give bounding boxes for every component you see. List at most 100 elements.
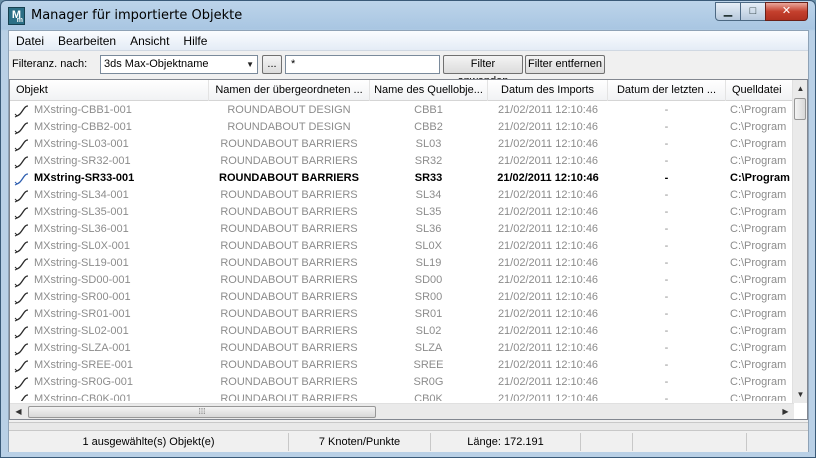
table-row[interactable]: MXstring-SL03-001 ROUNDABOUT BARRIERS SL03… bbox=[10, 136, 794, 153]
cell-import-date: 21/02/2011 12:10:46 bbox=[497, 155, 599, 167]
cell-source-name: CBB2 bbox=[414, 121, 443, 133]
cell-import-date: 21/02/2011 12:10:46 bbox=[497, 274, 599, 286]
table-row[interactable]: MXstring-SR32-001 ROUNDABOUT BARRIERS SR32… bbox=[10, 153, 794, 170]
spline-icon bbox=[14, 173, 29, 186]
column-header-objekt[interactable]: Objekt bbox=[10, 80, 209, 101]
cell-parent: ROUNDABOUT BARRIERS bbox=[220, 257, 358, 269]
remove-filter-button[interactable]: Filter entfernen bbox=[525, 55, 605, 74]
spline-icon bbox=[14, 377, 29, 390]
cell-object: MXstring-SR01-001 bbox=[34, 308, 131, 320]
cell-object: MXstring-CBB2-001 bbox=[34, 121, 132, 133]
cell-source-name: CBB1 bbox=[414, 104, 443, 116]
cell-import-date: 21/02/2011 12:10:46 bbox=[497, 291, 599, 303]
vertical-scroll-thumb[interactable] bbox=[794, 98, 806, 120]
cell-last-date: - bbox=[664, 121, 669, 133]
ellipsis-button[interactable]: ... bbox=[262, 55, 282, 74]
spline-icon bbox=[14, 343, 29, 356]
table-row[interactable]: MXstring-SREE-001 ROUNDABOUT BARRIERS SREE… bbox=[10, 357, 794, 374]
table-row[interactable]: MXstring-SR33-001 ROUNDABOUT BARRIERS SR33… bbox=[10, 170, 794, 187]
status-node-count: 7 Knoten/Punkte bbox=[289, 433, 431, 451]
table-row[interactable]: MXstring-SL34-001 ROUNDABOUT BARRIERS SL34… bbox=[10, 187, 794, 204]
cell-source-file: C:\Program bbox=[730, 104, 787, 116]
table-row[interactable]: MXstring-CB0K-001 ROUNDABOUT BARRIERS CB0K… bbox=[10, 391, 794, 401]
minimize-button[interactable]: ▁ bbox=[715, 2, 741, 21]
cell-last-date: - bbox=[664, 274, 669, 286]
menu-datei[interactable]: Datei bbox=[9, 31, 51, 50]
chevron-down-icon[interactable]: ▼ bbox=[246, 56, 254, 73]
cell-parent: ROUNDABOUT BARRIERS bbox=[220, 359, 358, 371]
vertical-scrollbar[interactable]: ▲ ▼ bbox=[792, 80, 807, 403]
cell-source-name: SL03 bbox=[415, 138, 442, 150]
cell-source-file: C:\Program bbox=[730, 291, 787, 303]
spline-icon bbox=[14, 326, 29, 339]
scroll-up-icon[interactable]: ▲ bbox=[793, 81, 807, 96]
filter-text-input[interactable]: * bbox=[285, 55, 440, 74]
cell-parent: ROUNDABOUT DESIGN bbox=[227, 104, 351, 116]
horizontal-scrollbar[interactable]: ◀ ⁞⁞⁞ ▶ bbox=[10, 403, 794, 419]
table-row[interactable]: MXstring-SL0X-001 ROUNDABOUT BARRIERS SL0X… bbox=[10, 238, 794, 255]
filter-field-select[interactable]: 3ds Max-Objektname ▼ bbox=[100, 55, 258, 74]
maximize-button[interactable]: □ bbox=[740, 2, 766, 21]
cell-object: MXstring-CB0K-001 bbox=[34, 393, 132, 401]
table-body: MXstring-CBB1-001 ROUNDABOUT DESIGN CBB1 21… bbox=[10, 102, 794, 401]
scroll-left-icon[interactable]: ◀ bbox=[11, 404, 26, 419]
apply-filter-button[interactable]: Filter anwenden bbox=[443, 55, 523, 87]
cell-last-date: - bbox=[664, 223, 669, 235]
cell-source-name: SL36 bbox=[415, 223, 442, 235]
cell-object: MXstring-SL0X-001 bbox=[34, 240, 130, 252]
table-row[interactable]: MXstring-CBB1-001 ROUNDABOUT DESIGN CBB1 21… bbox=[10, 102, 794, 119]
column-header-parent[interactable]: Namen der übergeordneten ... bbox=[209, 80, 370, 101]
cell-object: MXstring-SL36-001 bbox=[34, 223, 129, 235]
cell-object: MXstring-SR00-001 bbox=[34, 291, 131, 303]
horizontal-scroll-thumb[interactable]: ⁞⁞⁞ bbox=[28, 406, 376, 418]
spline-icon bbox=[14, 292, 29, 305]
cell-object: MXstring-SREE-001 bbox=[34, 359, 134, 371]
cell-last-date: - bbox=[664, 393, 669, 401]
cell-source-name: SL19 bbox=[415, 257, 442, 269]
table-row[interactable]: MXstring-SD00-001 ROUNDABOUT BARRIERS SD00… bbox=[10, 272, 794, 289]
column-header-last-date[interactable]: Datum der letzten ... bbox=[608, 80, 726, 101]
menu-bearbeiten[interactable]: Bearbeiten bbox=[51, 31, 123, 50]
column-header-import-date[interactable]: Datum des Imports bbox=[488, 80, 608, 101]
table-header: Objekt Namen der übergeordneten ... Name… bbox=[10, 80, 794, 101]
table-row[interactable]: MXstring-SR01-001 ROUNDABOUT BARRIERS SR01… bbox=[10, 306, 794, 323]
maximize-icon: □ bbox=[749, 5, 757, 17]
column-header-source-file[interactable]: Quelldatei bbox=[726, 80, 794, 101]
close-button[interactable]: ✕ bbox=[765, 2, 808, 21]
table-row[interactable]: MXstring-SR0G-001 ROUNDABOUT BARRIERS SR0G… bbox=[10, 374, 794, 391]
cell-import-date: 21/02/2011 12:10:46 bbox=[497, 172, 599, 184]
cell-source-file: C:\Program bbox=[730, 138, 787, 150]
scroll-right-icon[interactable]: ▶ bbox=[778, 404, 793, 419]
table-row[interactable]: MXstring-SR00-001 ROUNDABOUT BARRIERS SR00… bbox=[10, 289, 794, 306]
cell-source-file: C:\Program bbox=[730, 393, 787, 401]
table-row[interactable]: MXstring-SLZA-001 ROUNDABOUT BARRIERS SLZA… bbox=[10, 340, 794, 357]
cell-import-date: 21/02/2011 12:10:46 bbox=[497, 240, 599, 252]
scroll-down-icon[interactable]: ▼ bbox=[793, 387, 807, 402]
menu-hilfe[interactable]: Hilfe bbox=[176, 31, 214, 50]
objects-table: Objekt Namen der übergeordneten ... Name… bbox=[9, 79, 808, 420]
cell-import-date: 21/02/2011 12:10:46 bbox=[497, 325, 599, 337]
table-row[interactable]: MXstring-SL36-001 ROUNDABOUT BARRIERS SL36… bbox=[10, 221, 794, 238]
table-row[interactable]: MXstring-CBB2-001 ROUNDABOUT DESIGN CBB2 21… bbox=[10, 119, 794, 136]
table-row[interactable]: MXstring-SL02-001 ROUNDABOUT BARRIERS SL02… bbox=[10, 323, 794, 340]
cell-parent: ROUNDABOUT BARRIERS bbox=[220, 189, 358, 201]
cell-parent: ROUNDABOUT BARRIERS bbox=[220, 393, 358, 401]
cell-source-name: SREE bbox=[413, 359, 444, 371]
cell-object: MXstring-SL02-001 bbox=[34, 325, 129, 337]
cell-source-file: C:\Program bbox=[730, 376, 787, 388]
cell-import-date: 21/02/2011 12:10:46 bbox=[497, 308, 599, 320]
table-row[interactable]: MXstring-SL19-001 ROUNDABOUT BARRIERS SL19… bbox=[10, 255, 794, 272]
menu-ansicht[interactable]: Ansicht bbox=[123, 31, 176, 50]
column-header-source[interactable]: Name des Quellobje... bbox=[370, 80, 488, 101]
table-row[interactable]: MXstring-SL35-001 ROUNDABOUT BARRIERS SL35… bbox=[10, 204, 794, 221]
panel-separator[interactable] bbox=[9, 422, 808, 431]
cell-parent: ROUNDABOUT BARRIERS bbox=[220, 325, 358, 337]
cell-last-date: - bbox=[664, 172, 669, 184]
spline-icon bbox=[14, 190, 29, 203]
cell-last-date: - bbox=[664, 240, 669, 252]
title-bar[interactable]: Mm Manager für importierte Objekte ▁ □ ✕ bbox=[1, 1, 815, 30]
cell-source-file: C:\Program bbox=[730, 155, 787, 167]
spline-icon bbox=[20, 394, 29, 401]
cell-import-date: 21/02/2011 12:10:46 bbox=[497, 138, 599, 150]
cell-source-file: C:\Program bbox=[730, 257, 787, 269]
